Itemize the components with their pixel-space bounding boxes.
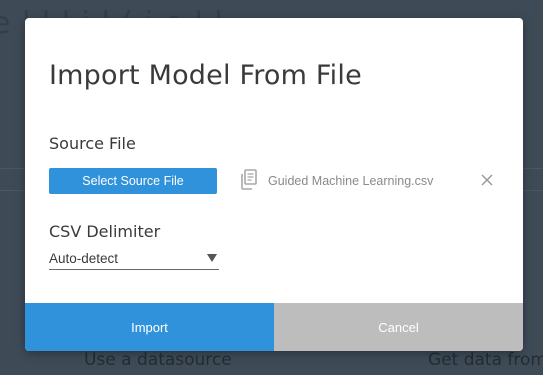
background-datasource-option: Use a datasource bbox=[84, 350, 232, 370]
background-get-data-option: Get data from bbox=[428, 350, 543, 370]
selected-file-name: Guided Machine Learning.csv bbox=[268, 174, 434, 188]
csv-delimiter-value: Auto-detect bbox=[49, 251, 119, 266]
file-document-icon bbox=[239, 169, 259, 191]
source-file-label: Source File bbox=[49, 134, 136, 153]
cancel-button[interactable]: Cancel bbox=[274, 303, 523, 351]
import-button[interactable]: Import bbox=[25, 303, 274, 351]
caret-down-icon bbox=[207, 254, 217, 262]
dialog-title: Import Model From File bbox=[49, 60, 362, 91]
select-source-file-button[interactable]: Select Source File bbox=[49, 168, 217, 194]
close-icon[interactable] bbox=[480, 173, 494, 187]
csv-delimiter-select[interactable]: Auto-detect bbox=[49, 248, 219, 270]
import-model-dialog: Import Model From File Source File Selec… bbox=[25, 18, 523, 351]
csv-delimiter-label: CSV Delimiter bbox=[49, 222, 161, 241]
